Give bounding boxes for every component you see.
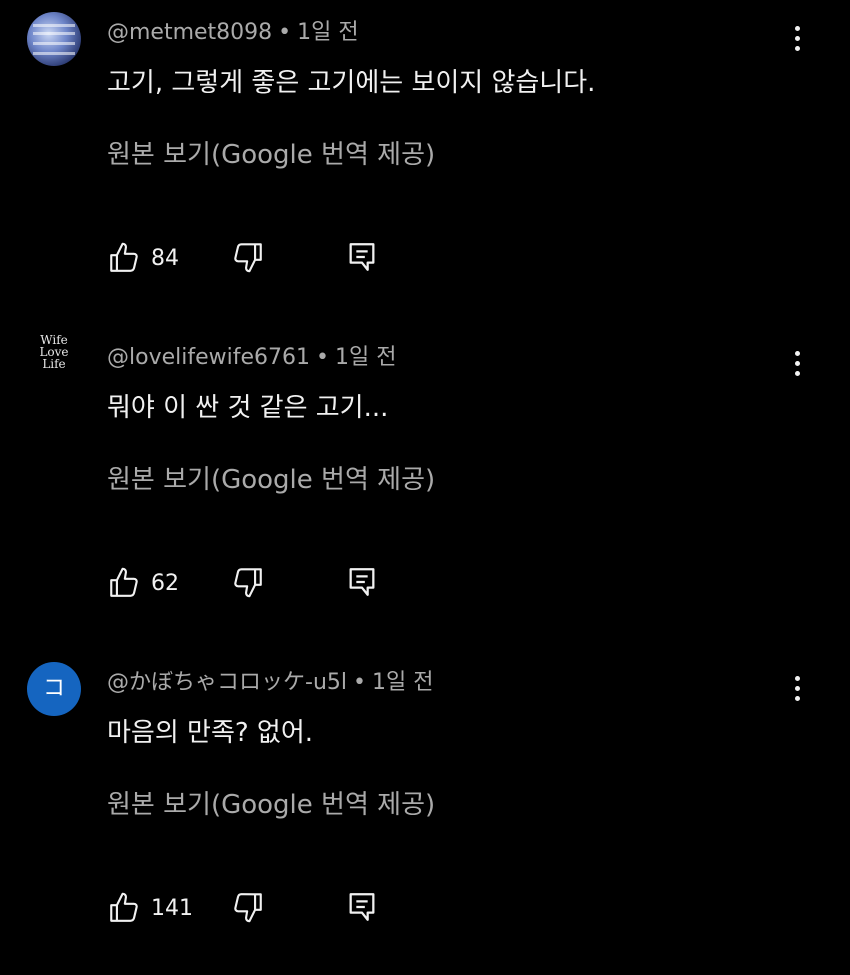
like-count: 141 (151, 895, 193, 921)
thumbs-up-icon (110, 567, 138, 597)
comment-item: コ @かぼちゃコロッケ-u5l • 1일 전 마음의 만족? 없어. 원본 보기(G… (0, 650, 850, 975)
avatar-text-line: Life (42, 357, 66, 371)
reply-icon (349, 568, 375, 596)
meta-separator: • (353, 670, 366, 695)
comment-time: 1일 전 (297, 20, 359, 45)
like-count: 62 (151, 570, 179, 596)
more-vert-icon[interactable] (788, 674, 808, 704)
comment-meta: @かぼちゃコロッケ-u5l • 1일 전 (107, 664, 433, 696)
like-count: 84 (151, 245, 179, 271)
thumbs-down-icon (234, 243, 262, 273)
thumbs-down-icon (234, 893, 262, 923)
thumbs-up-icon (110, 892, 138, 922)
author-name[interactable]: @かぼちゃコロッケ-u5l (107, 670, 347, 695)
meta-separator: • (316, 345, 329, 370)
like-button[interactable]: 141 (107, 888, 193, 928)
dislike-button[interactable] (231, 890, 265, 928)
dislike-button[interactable] (231, 240, 265, 278)
avatar[interactable] (27, 12, 81, 66)
comment-text: 고기, 그렇게 좋은 고기에는 보이지 않습니다. (107, 68, 596, 98)
reply-button[interactable] (345, 890, 379, 928)
avatar[interactable]: コ (27, 662, 81, 716)
comment-item: @metmet8098 • 1일 전 고기, 그렇게 좋은 고기에는 보이지 않습니… (0, 0, 850, 325)
reply-icon (349, 893, 375, 921)
more-vert-icon[interactable] (788, 349, 808, 379)
comment-time: 1일 전 (335, 345, 397, 370)
thumbs-up-icon (110, 242, 138, 272)
view-original-link[interactable]: 원본 보기(Google 번역 제공) (107, 459, 435, 496)
comment-time: 1일 전 (371, 670, 434, 695)
thumbs-down-icon (234, 568, 262, 598)
view-original-link[interactable]: 원본 보기(Google 번역 제공) (107, 134, 435, 171)
dislike-button[interactable] (231, 565, 265, 603)
avatar[interactable]: Wife Love Life (24, 331, 84, 385)
more-vert-icon[interactable] (788, 24, 808, 54)
like-button[interactable]: 62 (107, 563, 179, 603)
reply-icon (349, 243, 375, 271)
reply-button[interactable] (345, 240, 379, 278)
author-name[interactable]: @lovelifewife6761 (107, 345, 310, 370)
comment-text: 마음의 만족? 없어. (107, 718, 314, 748)
meta-separator: • (278, 20, 292, 45)
comment-text: 뭐야 이 싼 것 같은 고기... (107, 393, 389, 423)
comment-meta: @lovelifewife6761 • 1일 전 (107, 339, 396, 371)
like-button[interactable]: 84 (107, 238, 179, 278)
comment-meta: @metmet8098 • 1일 전 (107, 14, 359, 46)
view-original-link[interactable]: 원본 보기(Google 번역 제공) (107, 784, 435, 821)
reply-button[interactable] (345, 565, 379, 603)
comment-item: Wife Love Life @lovelifewife6761 • 1일 전 뭐야… (0, 325, 850, 650)
author-name[interactable]: @metmet8098 (107, 20, 272, 45)
